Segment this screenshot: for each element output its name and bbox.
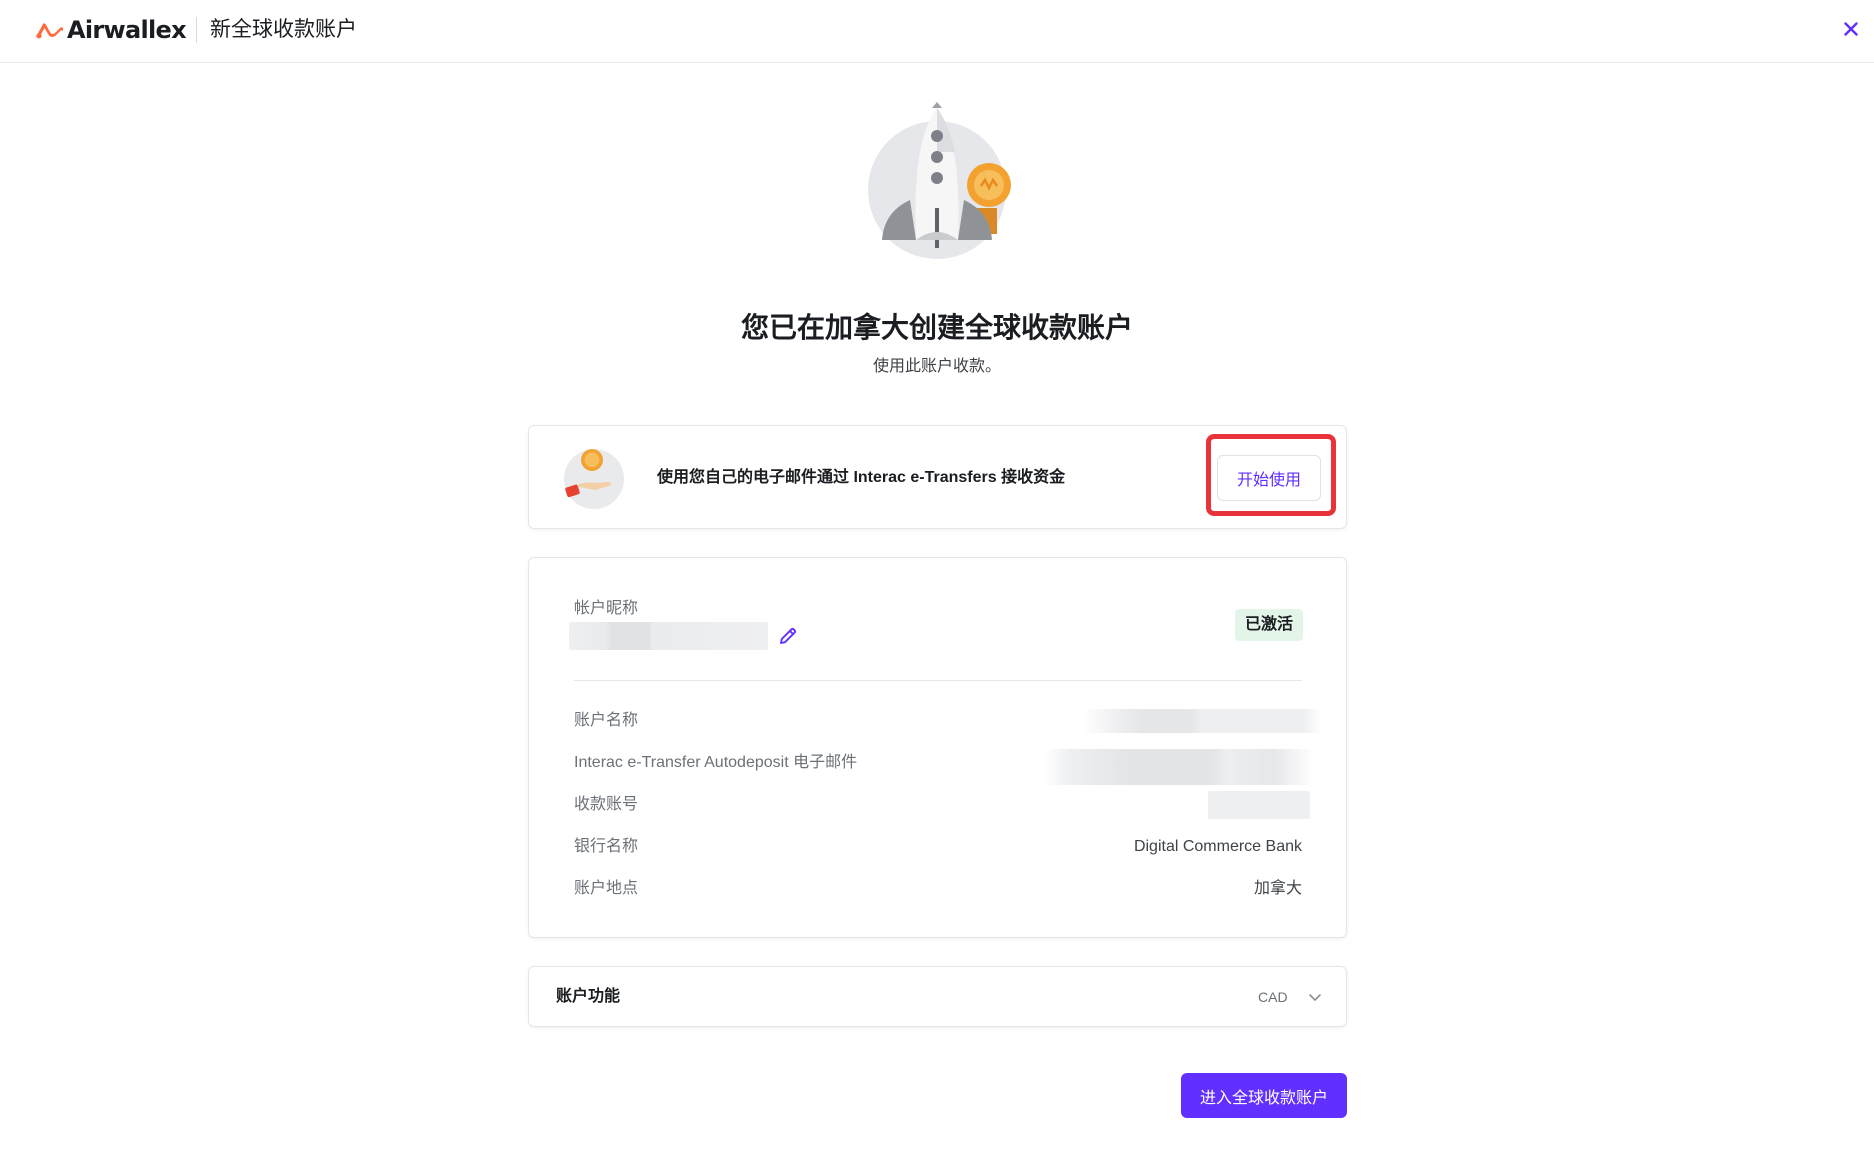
top-bar: Airwallex 新全球收款账户	[0, 0, 1874, 63]
edit-nickname-button[interactable]	[776, 624, 800, 648]
promo-text: 使用您自己的电子邮件通过 Interac e-Transfers 接收资金	[657, 469, 1066, 486]
close-button[interactable]	[1840, 18, 1862, 40]
account-name-label: 账户名称	[574, 712, 639, 729]
currency-label: CAD	[1258, 989, 1288, 1005]
page-title: 新全球收款账户	[210, 18, 357, 41]
brand-name: Airwallex	[67, 16, 187, 44]
interac-promo-card: 使用您自己的电子邮件通过 Interac e-Transfers 接收资金 开始…	[528, 425, 1347, 529]
close-icon	[1844, 22, 1858, 36]
nickname-label: 帐户昵称	[574, 600, 639, 617]
header-separator	[196, 17, 197, 43]
account-number-row: 收款账号	[574, 791, 1310, 819]
pencil-icon	[780, 627, 797, 644]
account-location-label: 账户地点	[574, 880, 639, 897]
airwallex-logo-mark	[36, 23, 63, 39]
account-name-row: 账户名称	[574, 709, 1322, 733]
account-location-row: 账户地点 加拿大	[574, 877, 1302, 901]
interac-email-row: Interac e-Transfer Autodeposit 电子邮件	[574, 749, 1314, 785]
features-title: 账户功能	[556, 988, 621, 1005]
nickname-value-redacted	[569, 622, 768, 650]
interac-email-value-redacted	[1044, 749, 1314, 785]
interac-email-label: Interac e-Transfer Autodeposit 电子邮件	[574, 754, 858, 771]
expand-features-button[interactable]	[1305, 987, 1325, 1007]
account-name-value-redacted	[1082, 709, 1322, 733]
account-details-card: 帐户昵称 已激活 账户名称 Interac e-Transfer Autodep…	[528, 557, 1347, 938]
status-badge: 已激活	[1235, 609, 1304, 641]
chevron-down-icon	[1309, 994, 1321, 1001]
success-subline: 使用此账户收款。	[872, 358, 1001, 375]
divider	[574, 680, 1302, 681]
success-headline: 您已在加拿大创建全球收款账户	[740, 312, 1133, 343]
airwallex-logo: Airwallex	[33, 16, 187, 44]
bank-name-row: 银行名称 Digital Commerce Bank	[574, 835, 1302, 859]
account-number-value-redacted	[1208, 791, 1310, 819]
bank-name-label: 银行名称	[574, 838, 639, 855]
account-location-value: 加拿大	[1253, 880, 1302, 897]
coin-hand-illustration	[564, 449, 624, 509]
account-number-label: 收款账号	[574, 796, 639, 813]
get-started-button[interactable]: 开始使用	[1217, 455, 1321, 501]
bank-name-value: Digital Commerce Bank	[1133, 838, 1302, 855]
account-features-accordion[interactable]: 账户功能 CAD	[528, 966, 1347, 1027]
rocket-illustration	[868, 102, 1011, 259]
enter-account-button[interactable]: 进入全球收款账户	[1181, 1073, 1347, 1118]
